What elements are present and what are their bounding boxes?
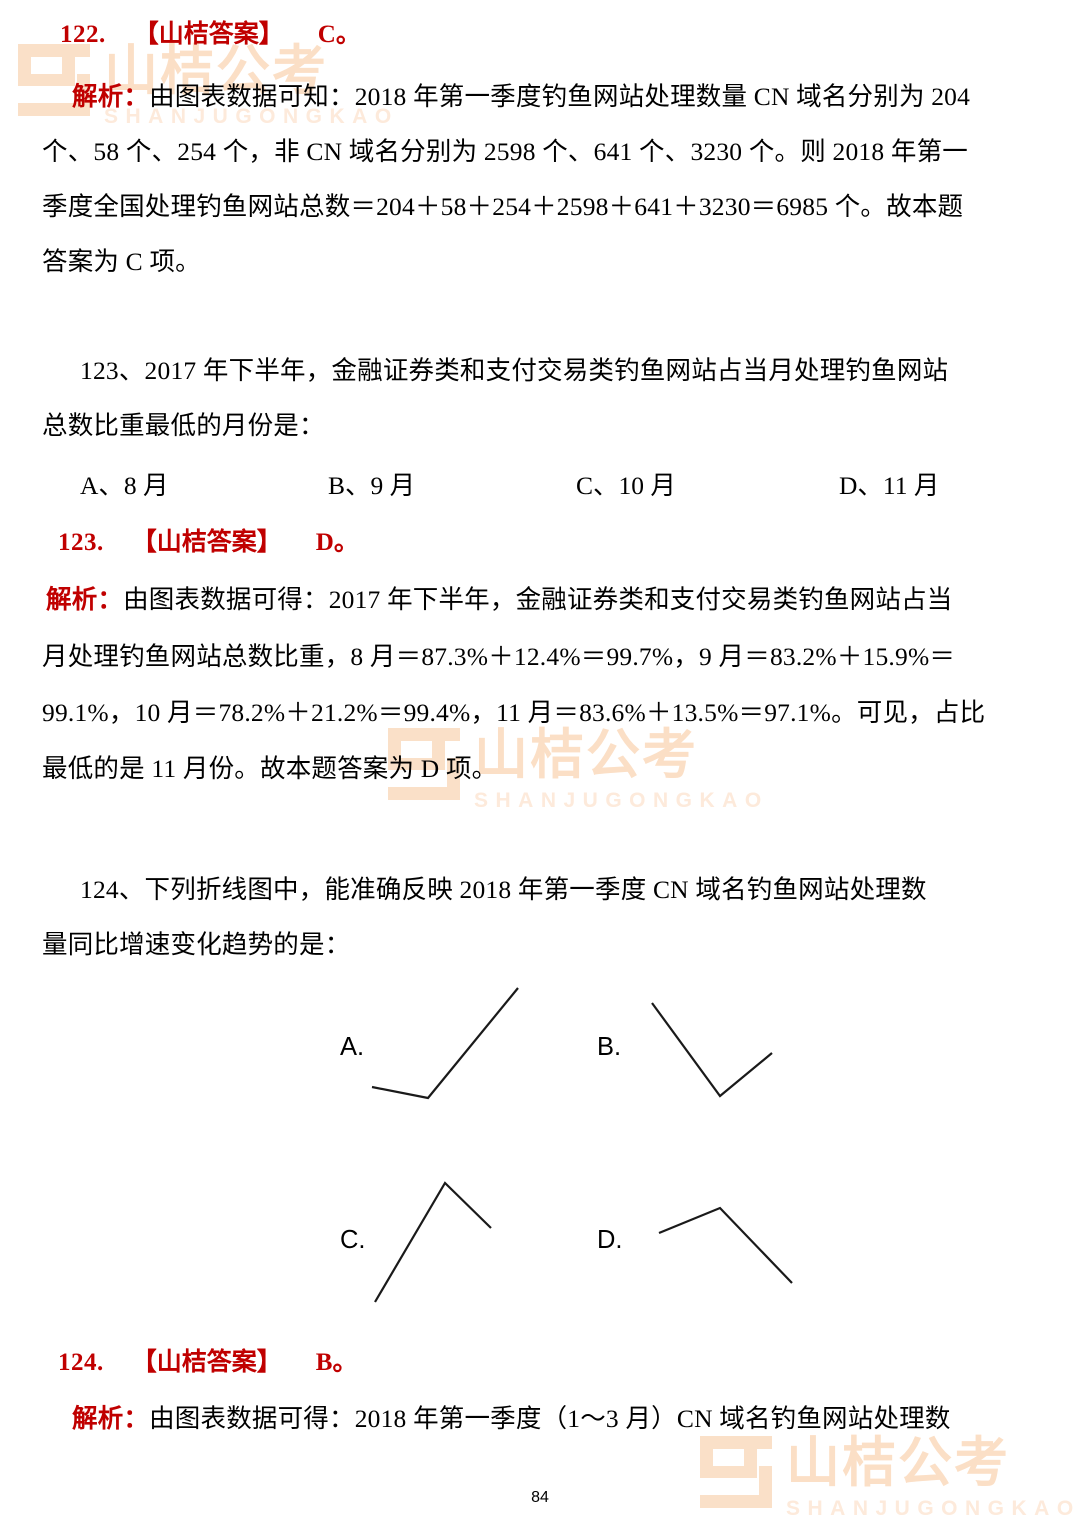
q124-answer-number: 124.: [58, 1349, 104, 1376]
watermark-en-text: SHANJUGONGKAO: [474, 789, 769, 812]
q123-option-b[interactable]: B、9 月: [328, 473, 576, 499]
watermark-cn-text: 山桔公考: [786, 1433, 1010, 1493]
q122-answer-label: 【山桔答案】: [133, 21, 284, 48]
q123-answer-choice: D。: [315, 529, 359, 556]
q124-option-c-chart[interactable]: [373, 1180, 503, 1305]
document-page: 山桔公考 SHANJUGONGKAO 山桔公考 SHANJUGONGKAO 山桔…: [0, 0, 1080, 1528]
watermark-cn-text: 山桔公考: [474, 725, 698, 785]
q122-analysis-line-2: 个、58 个、254 个，非 CN 域名分别为 2598 个、641 个、323…: [42, 137, 968, 166]
q122-analysis-line-1: 解析：由图表数据可知：2018 年第一季度钓鱼网站处理数量 CN 域名分别为 2…: [72, 84, 970, 110]
analysis-label: 解析：: [46, 585, 124, 614]
q123-stem-line-2: 总数比重最低的月份是：: [42, 411, 325, 440]
q124-stem-line-2: 量同比增速变化趋势的是：: [42, 930, 351, 959]
q124-option-a-chart[interactable]: [370, 985, 530, 1100]
page-number: 84: [531, 1489, 549, 1506]
q123-answer-header: 123. 【山桔答案】 D。: [58, 530, 359, 555]
q123-analysis-line-1: 解析：由图表数据可得：2017 年下半年，金融证券类和支付交易类钓鱼网站占当: [46, 587, 953, 613]
analysis-label: 解析：: [72, 82, 150, 111]
q122-answer-header: 122. 【山桔答案】 C。: [60, 22, 361, 47]
q123-answer-number: 123.: [58, 529, 104, 556]
q123-stem-line-1: 123、2017 年下半年，金融证券类和支付交易类钓鱼网站占当月处理钓鱼网站: [80, 356, 949, 385]
q124-option-b-label[interactable]: B.: [597, 1034, 621, 1061]
q122-analysis-line-3: 季度全国处理钓鱼网站总数＝204＋58＋254＋2598＋641＋3230＝69…: [42, 192, 964, 221]
q123-analysis-line-4: 最低的是 11 月份。故本题答案为 D 项。: [42, 754, 498, 783]
analysis-label: 解析：: [72, 1404, 150, 1433]
q124-option-d-label[interactable]: D.: [597, 1227, 623, 1254]
analysis-text: 由图表数据可得：2018 年第一季度（1～3 月）CN 域名钓鱼网站处理数: [149, 1404, 951, 1433]
analysis-text: 由图表数据可知：2018 年第一季度钓鱼网站处理数量 CN 域名分别为 204: [149, 82, 971, 111]
q123-analysis-line-3: 99.1%，10 月＝78.2%＋21.2%＝99.4%，11 月＝83.6%＋…: [42, 698, 986, 727]
q124-option-b-chart[interactable]: [650, 1000, 785, 1100]
q124-answer-header: 124. 【山桔答案】 B。: [58, 1350, 357, 1375]
q122-analysis-line-4: 答案为 C 项。: [42, 247, 201, 276]
q124-option-a-label[interactable]: A.: [340, 1034, 364, 1061]
q124-option-d-chart[interactable]: [657, 1205, 797, 1285]
q124-option-c-label[interactable]: C.: [340, 1227, 366, 1254]
q122-answer-number: 122.: [60, 21, 106, 48]
q123-option-c[interactable]: C、10 月: [576, 473, 839, 499]
analysis-text: 由图表数据可得：2017 年下半年，金融证券类和支付交易类钓鱼网站占当: [123, 585, 953, 614]
q123-options: A、8 月 B、9 月 C、10 月 D、11 月: [80, 473, 939, 499]
q124-answer-label: 【山桔答案】: [131, 1349, 282, 1376]
q124-answer-choice: B。: [315, 1349, 358, 1376]
q123-option-d[interactable]: D、11 月: [839, 473, 939, 499]
q123-answer-label: 【山桔答案】: [131, 529, 282, 556]
q123-option-a[interactable]: A、8 月: [80, 473, 328, 499]
q124-stem-line-1: 124、下列折线图中，能准确反映 2018 年第一季度 CN 域名钓鱼网站处理数: [80, 875, 927, 904]
q122-answer-choice: C。: [317, 21, 361, 48]
q123-analysis-line-2: 月处理钓鱼网站总数比重，8 月＝87.3%＋12.4%＝99.7%，9 月＝83…: [42, 642, 956, 671]
q124-analysis-line-1: 解析：由图表数据可得：2018 年第一季度（1～3 月）CN 域名钓鱼网站处理数: [72, 1406, 951, 1432]
